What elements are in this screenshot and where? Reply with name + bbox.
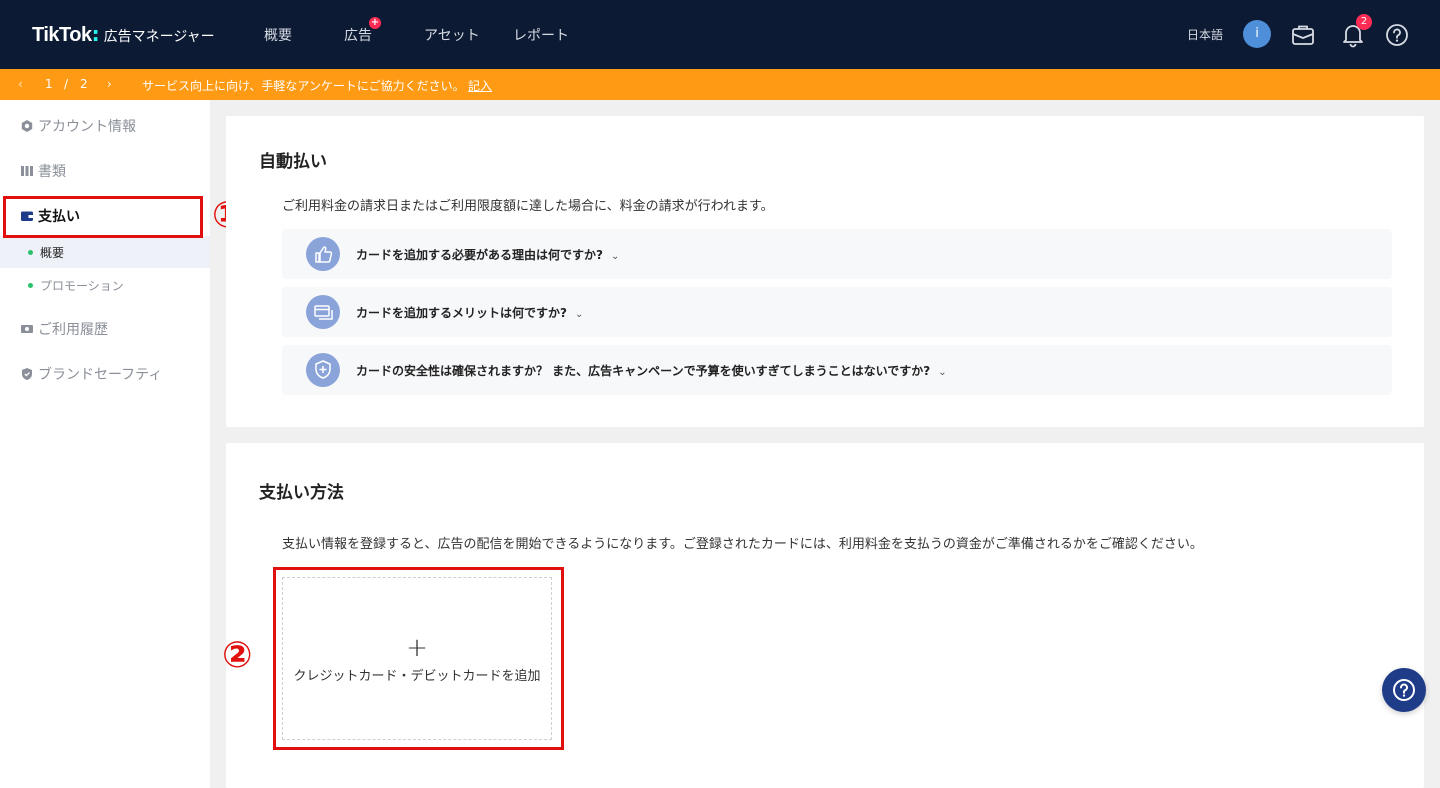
main-nav: 概要 広告 + アセット レポート [264, 0, 584, 69]
tiktok-ads-logo[interactable]: TikTok: 広告マネージャー [32, 22, 215, 47]
sidebar-item-label: ご利用履歴 [38, 322, 108, 338]
notice-page: 1 [45, 77, 53, 91]
briefcase-icon[interactable] [1290, 22, 1316, 48]
sidebar-subitem-promotion[interactable]: プロモーション [0, 269, 210, 301]
card-benefit-icon [306, 295, 340, 329]
shield-plus-icon [306, 353, 340, 387]
faq-question: カードの安全性は確保されますか？ また、広告キャンペーンで予算を使いすぎてしまう… [356, 364, 931, 378]
sidebar-subitem-label: プロモーション [40, 278, 124, 293]
top-header: TikTok: 広告マネージャー 概要 広告 + アセット レポート 日本語 i … [0, 0, 1440, 69]
help-icon[interactable] [1384, 22, 1410, 48]
sidebar-item-label: 書類 [38, 164, 66, 180]
notification-badge: 2 [1356, 14, 1372, 30]
logo-subtitle: 広告マネージャー [103, 29, 215, 45]
thumbs-up-icon [306, 237, 340, 271]
sidebar-item-usage-history[interactable]: ご利用履歴 [20, 319, 108, 339]
nav-overview[interactable]: 概要 [264, 25, 292, 45]
shield-icon [22, 368, 32, 380]
sidebar-item-label: アカウント情報 [38, 119, 136, 135]
annotation-box-add-card [273, 567, 564, 750]
annotation-box-payment [3, 196, 203, 238]
notice-prev-button[interactable]: ‹ [18, 77, 23, 91]
nav-ads-label: 広告 [344, 27, 372, 44]
logo-brand: TikTok [32, 24, 92, 46]
sidebar-item-documents[interactable]: 書類 [20, 161, 66, 181]
payment-method-title: 支払い方法 [259, 483, 344, 503]
logo-colon: : [91, 22, 100, 46]
notice-text: サービス向上に向け、手軽なアンケートにご協力ください。 [142, 79, 465, 93]
gear-icon [21, 120, 33, 132]
faq-question: カードを追加する必要がある理由は何ですか? [356, 248, 603, 262]
faq-item[interactable]: カードの安全性は確保されますか？ また、広告キャンペーンで予算を使いすぎてしまう… [282, 345, 1392, 395]
payment-method-description: 支払い情報を登録すると、広告の配信を開始できるようになります。ご登録されたカード… [282, 537, 1203, 552]
sidebar-item-account-info[interactable]: アカウント情報 [20, 116, 136, 136]
help-chat-button[interactable] [1382, 668, 1426, 712]
notice-total: 2 [80, 77, 88, 91]
documents-icon [21, 166, 33, 176]
sidebar-subitem-label: 概要 [40, 245, 65, 260]
nav-assets[interactable]: アセット [424, 25, 480, 45]
chevron-down-icon: ⌄ [574, 309, 584, 320]
faq-item[interactable]: カードを追加する必要がある理由は何ですか? ⌄ [282, 229, 1392, 279]
auto-pay-description: ご利用料金の請求日またはご利用限度額に達した場合に、料金の請求が行われます。 [282, 199, 774, 214]
nav-reports[interactable]: レポート [513, 25, 569, 45]
nav-ads[interactable]: 広告 + [344, 16, 381, 45]
notice-slash: / [64, 77, 69, 91]
question-icon [1393, 679, 1415, 701]
faq-item[interactable]: カードを追加するメリットは何ですか? ⌄ [282, 287, 1392, 337]
chevron-down-icon: ⌄ [938, 367, 947, 378]
notice-next-button[interactable]: › [107, 77, 112, 91]
sidebar-item-label: ブランドセーフティ [38, 367, 163, 383]
bullet-icon [28, 282, 33, 288]
history-icon [21, 325, 33, 333]
annotation-marker-2: ② [222, 635, 253, 676]
chevron-down-icon: ⌄ [610, 251, 620, 262]
sidebar-subitem-overview[interactable]: 概要 [0, 236, 210, 268]
auto-pay-card: 自動払い ご利用料金の請求日またはご利用限度額に達した場合に、料金の請求が行われ… [226, 116, 1424, 427]
bullet-icon [28, 249, 33, 255]
nav-ads-plus-badge: + [369, 16, 381, 29]
auto-pay-title: 自動払い [259, 152, 327, 172]
notice-survey-link[interactable]: 記入 [468, 77, 492, 94]
sidebar-item-brand-safety[interactable]: ブランドセーフティ [20, 364, 162, 384]
survey-notice-bar: ‹ 1 / 2 › サービス向上に向け、手軽なアンケートにご協力ください。 記入 [0, 69, 1440, 100]
avatar[interactable]: i [1243, 20, 1271, 48]
language-selector[interactable]: 日本語 [1187, 26, 1223, 43]
faq-question: カードを追加するメリットは何ですか? [356, 306, 567, 320]
